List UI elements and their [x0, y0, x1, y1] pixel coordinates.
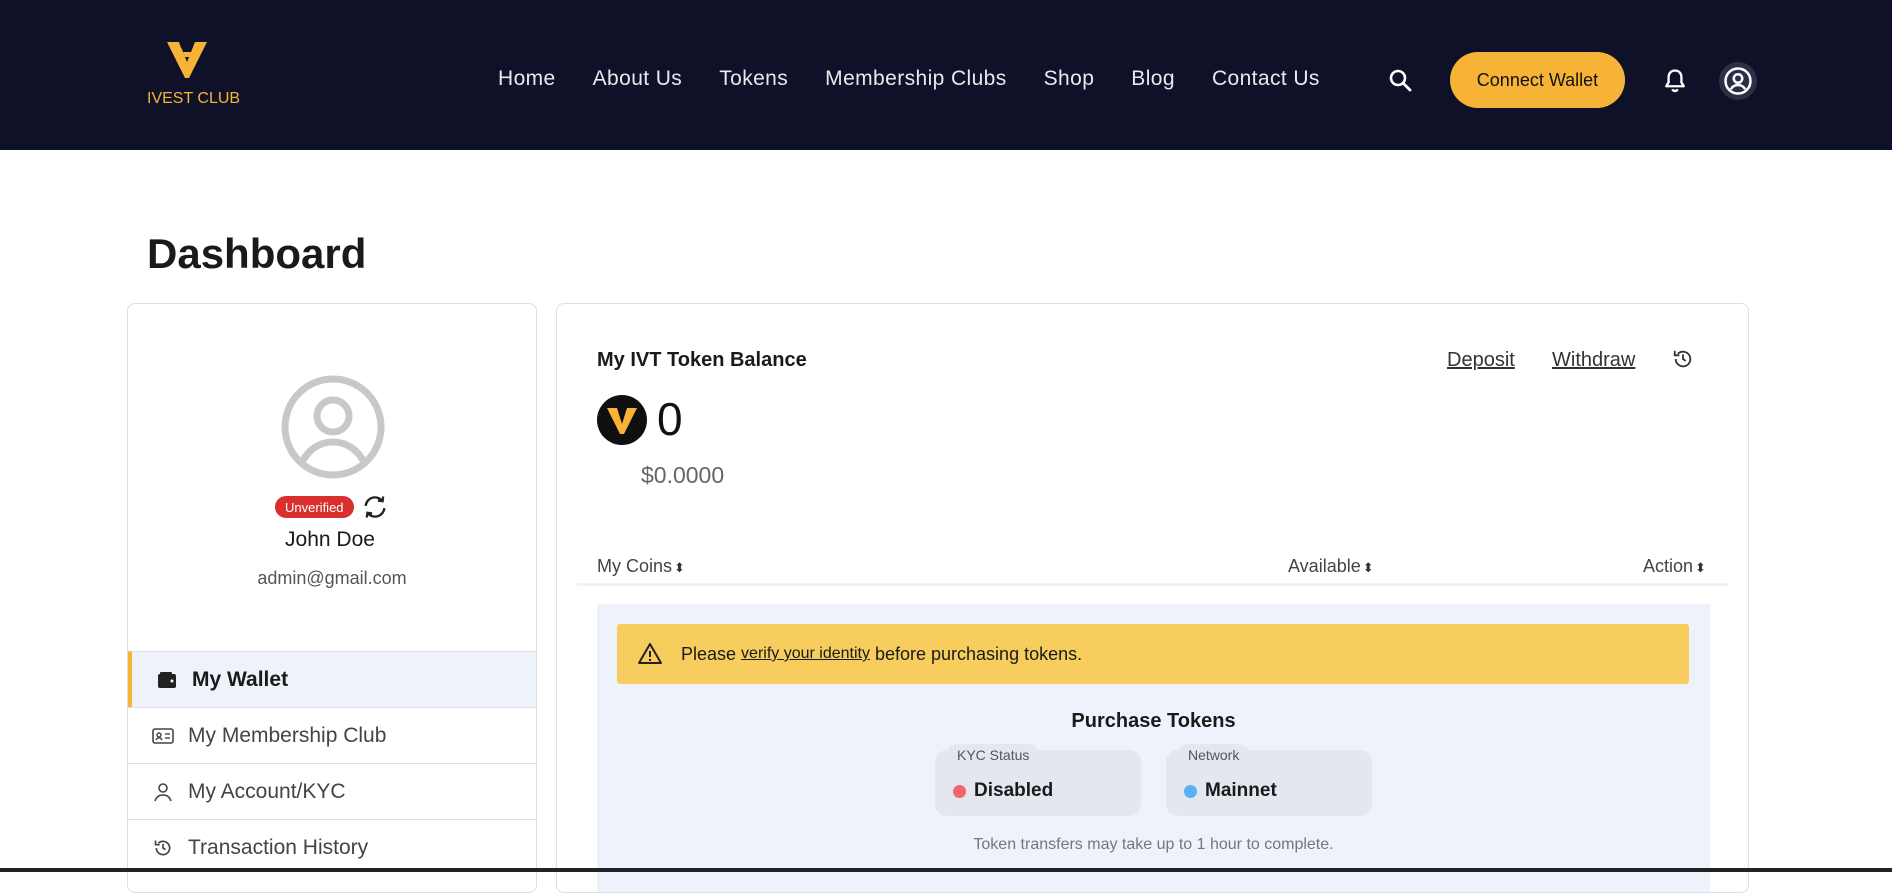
- nav-contact-us[interactable]: Contact Us: [1212, 67, 1320, 91]
- sidebar-menu: My Wallet My Membership Club My Account/…: [128, 651, 536, 875]
- ivt-token-icon: [597, 395, 647, 445]
- connect-wallet-button[interactable]: Connect Wallet: [1450, 52, 1625, 108]
- status-dot-icon: [1184, 784, 1197, 798]
- deposit-link[interactable]: Deposit: [1447, 349, 1515, 372]
- sidebar-item-my-membership-club[interactable]: My Membership Club: [128, 707, 536, 763]
- ivest-club-logo[interactable]: IVEST CLUB: [145, 40, 240, 115]
- search-icon[interactable]: [1388, 68, 1412, 92]
- network-label: Network: [1178, 744, 1250, 766]
- history-icon: [152, 837, 174, 859]
- user-email: admin@gmail.com: [257, 568, 407, 588]
- sidebar-item-my-wallet[interactable]: My Wallet: [128, 651, 536, 707]
- wallet-icon: [156, 669, 178, 691]
- top-navbar: IVEST CLUB Home About Us Tokens Membersh…: [0, 0, 1892, 150]
- network-box: Network Mainnet: [1166, 744, 1372, 816]
- coins-table-body: Please verify your identity before purch…: [597, 604, 1710, 892]
- user-name: John Doe: [285, 528, 375, 551]
- sidebar-item-label: Transaction History: [188, 835, 369, 859]
- bottom-divider: [0, 868, 1892, 872]
- warning-icon: [638, 643, 662, 664]
- avatar-placeholder-icon: [280, 374, 386, 480]
- logo-text: IVEST CLUB: [147, 90, 241, 107]
- token-balance: 0: [657, 393, 683, 445]
- nav-tokens[interactable]: Tokens: [719, 67, 788, 91]
- alert-prefix: Please: [681, 643, 737, 664]
- status-dot-icon: [953, 784, 966, 798]
- column-header-action[interactable]: Action ⬍: [1643, 556, 1706, 577]
- sort-icon: ⬍: [1695, 560, 1706, 575]
- status-badge: Unverified: [275, 496, 354, 518]
- verify-identity-alert: Please verify your identity before purch…: [617, 624, 1689, 684]
- column-header-my-coins[interactable]: My Coins ⬍: [597, 556, 685, 577]
- coins-table-header: My Coins ⬍ Available ⬍ Action ⬍: [577, 554, 1729, 586]
- nav-home[interactable]: Home: [498, 67, 556, 91]
- bell-icon[interactable]: [1661, 67, 1689, 95]
- nav-shop[interactable]: Shop: [1044, 67, 1095, 91]
- id-card-icon: [152, 725, 174, 747]
- refresh-icon[interactable]: [361, 493, 389, 521]
- sidebar-item-transaction-history[interactable]: Transaction History: [128, 819, 536, 875]
- profile-card: Unverified John Doe admin@gmail.com My W…: [127, 303, 537, 893]
- sort-icon: ⬍: [674, 560, 685, 575]
- nav-membership-clubs[interactable]: Membership Clubs: [825, 67, 1006, 91]
- sidebar-item-label: My Wallet: [192, 667, 289, 691]
- nav-blog[interactable]: Blog: [1131, 67, 1175, 91]
- network-value: Mainnet: [1205, 780, 1277, 801]
- sort-icon: ⬍: [1362, 560, 1374, 575]
- alert-suffix: before purchasing tokens.: [874, 643, 1083, 664]
- verify-identity-link[interactable]: verify your identity: [741, 645, 870, 663]
- kyc-status-value: Disabled: [974, 780, 1054, 801]
- main-nav: Home About Us Tokens Membership Clubs Sh…: [498, 66, 1357, 92]
- token-usd-value: $0.0000: [641, 462, 725, 488]
- logo-mark-icon: [167, 42, 207, 78]
- withdraw-link[interactable]: Withdraw: [1552, 349, 1635, 372]
- wallet-card: My IVT Token Balance Deposit Withdraw 0 …: [556, 303, 1749, 893]
- history-icon[interactable]: [1672, 348, 1696, 372]
- balance-title: My IVT Token Balance: [597, 349, 807, 371]
- page-title: Dashboard: [147, 230, 367, 277]
- kyc-status-box: KYC Status Disabled: [935, 744, 1141, 816]
- purchase-tokens-title: Purchase Tokens: [1071, 710, 1236, 732]
- user-icon: [152, 781, 174, 803]
- kyc-status-label: KYC Status: [947, 744, 1040, 766]
- transfer-note: Token transfers may take up to 1 hour to…: [973, 836, 1334, 853]
- sidebar-item-label: My Account/KYC: [188, 779, 346, 803]
- sidebar-item-my-account-kyc[interactable]: My Account/KYC: [128, 763, 536, 819]
- nav-about-us[interactable]: About Us: [593, 67, 683, 91]
- user-account-icon[interactable]: [1719, 62, 1757, 100]
- column-header-available[interactable]: Available ⬍: [1288, 556, 1374, 577]
- sidebar-item-label: My Membership Club: [188, 723, 387, 747]
